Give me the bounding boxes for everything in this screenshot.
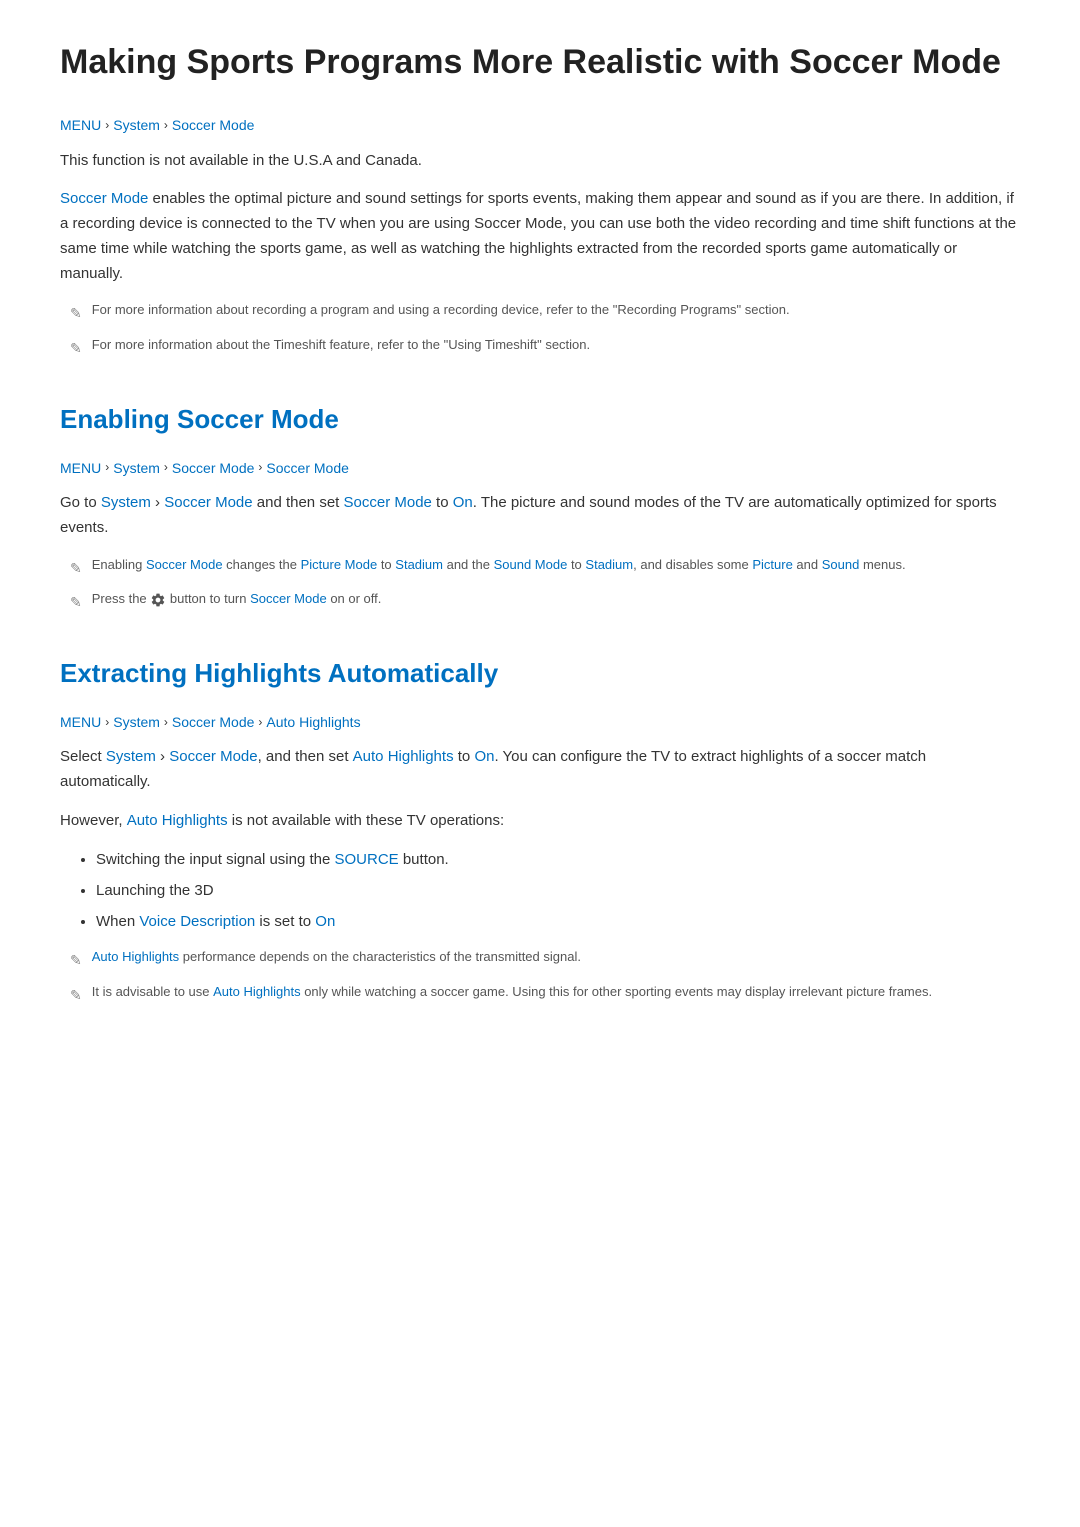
section2-note-2-text: It is advisable to use Auto Highlights o… xyxy=(92,982,932,1002)
s2-system-link: System xyxy=(106,748,156,765)
section2-note-1: ✎ Auto Highlights performance depends on… xyxy=(60,947,1020,971)
s1-bc-sep2: › xyxy=(164,458,168,477)
pencil-icon-s1-2: ✎ xyxy=(70,591,82,613)
s2-bc-system: System xyxy=(113,711,160,733)
section1-description: Go to System › Soccer Mode and then set … xyxy=(60,491,1020,541)
source-link: SOURCE xyxy=(334,851,398,868)
section1-note-2: ✎ Press the button to turn Soccer Mode o… xyxy=(60,589,1020,613)
section-title-enabling: Enabling Soccer Mode xyxy=(60,399,1020,441)
section2-description: Select System › Soccer Mode, and then se… xyxy=(60,745,1020,795)
s1-bc-menu: MENU xyxy=(60,457,101,479)
s2-auto-highlights-not-avail: Auto Highlights xyxy=(127,812,228,829)
section2-bullet-list: Switching the input signal using the SOU… xyxy=(60,848,1020,934)
s1-n1-picture-mode: Picture Mode xyxy=(301,557,378,572)
s1-bc-sep3: › xyxy=(258,458,262,477)
availability-note: This function is not available in the U.… xyxy=(60,149,1020,174)
s2-bc-soccer: Soccer Mode xyxy=(172,711,254,733)
breadcrumb-sep-2: › xyxy=(164,116,168,135)
s1-n1-sound: Sound xyxy=(822,557,860,572)
gear-icon xyxy=(150,592,166,608)
pencil-icon-1: ✎ xyxy=(70,302,82,324)
s2-bc-sep1: › xyxy=(105,713,109,732)
s1-system-link: System xyxy=(101,494,151,511)
intro-desc-text: enables the optimal picture and sound se… xyxy=(60,190,1016,281)
section1-note-2-text: Press the button to turn Soccer Mode on … xyxy=(92,589,382,609)
intro-note-2-text: For more information about the Timeshift… xyxy=(92,335,590,355)
intro-note-1-text: For more information about recording a p… xyxy=(92,300,790,320)
section1-note-1-text: Enabling Soccer Mode changes the Picture… xyxy=(92,555,906,575)
s1-bc-soccer: Soccer Mode xyxy=(172,457,254,479)
s1-n1-soccer-mode: Soccer Mode xyxy=(146,557,223,572)
s1-bc-sep1: › xyxy=(105,458,109,477)
section-title-highlights: Extracting Highlights Automatically xyxy=(60,653,1020,695)
s2-bc-menu: MENU xyxy=(60,711,101,733)
s2-auto-highlights-link: Auto Highlights xyxy=(353,748,454,765)
pencil-icon-s2-2: ✎ xyxy=(70,984,82,1006)
s2-bc-sep3: › xyxy=(258,713,262,732)
s1-n1-stadium2: Stadium xyxy=(585,557,633,572)
s2-soccer-mode-link: Soccer Mode xyxy=(169,748,257,765)
s1-n1-sound-mode: Sound Mode xyxy=(494,557,568,572)
intro-note-2: ✎ For more information about the Timeshi… xyxy=(60,335,1020,359)
breadcrumb-system: System xyxy=(113,114,160,136)
s1-bc-system: System xyxy=(113,457,160,479)
section1-note-1: ✎ Enabling Soccer Mode changes the Pictu… xyxy=(60,555,1020,579)
s1-soccer-mode-link: Soccer Mode xyxy=(164,494,252,511)
bullet-item-3: When Voice Description is set to On xyxy=(96,910,1020,933)
pencil-icon-2: ✎ xyxy=(70,337,82,359)
s1-n1-stadium1: Stadium xyxy=(395,557,443,572)
section-enabling-soccer-mode: Enabling Soccer Mode MENU › System › Soc… xyxy=(60,399,1020,613)
intro-breadcrumb: MENU › System › Soccer Mode xyxy=(60,114,1020,136)
on-link-voice: On xyxy=(315,913,335,930)
intro-description: Soccer Mode enables the optimal picture … xyxy=(60,187,1020,286)
s1-bc-soccer2: Soccer Mode xyxy=(266,457,348,479)
soccer-mode-link-intro: Soccer Mode xyxy=(60,190,148,207)
bullet-item-1: Switching the input signal using the SOU… xyxy=(96,848,1020,871)
section-extracting-highlights: Extracting Highlights Automatically MENU… xyxy=(60,653,1020,1006)
pencil-icon-s2-1: ✎ xyxy=(70,949,82,971)
breadcrumb-menu: MENU xyxy=(60,114,101,136)
pencil-icon-s1-1: ✎ xyxy=(70,557,82,579)
s1-on-link: On xyxy=(453,494,473,511)
breadcrumb-sep-1: › xyxy=(105,116,109,135)
s1-n2-soccer-mode: Soccer Mode xyxy=(250,591,327,606)
intro-note-1: ✎ For more information about recording a… xyxy=(60,300,1020,324)
s1-soccer-mode-set-link: Soccer Mode xyxy=(344,494,432,511)
s2-on-link: On xyxy=(474,748,494,765)
voice-desc-link: Voice Description xyxy=(139,913,255,930)
s2-bc-auto-highlights: Auto Highlights xyxy=(266,711,360,733)
s2-n1-auto-highlights: Auto Highlights xyxy=(92,949,179,964)
s2-bc-sep2: › xyxy=(164,713,168,732)
section2-breadcrumb: MENU › System › Soccer Mode › Auto Highl… xyxy=(60,711,1020,733)
s2-n2-auto-highlights: Auto Highlights xyxy=(213,984,300,999)
bullet-item-2: Launching the 3D xyxy=(96,879,1020,902)
section2-note-2: ✎ It is advisable to use Auto Highlights… xyxy=(60,982,1020,1006)
breadcrumb-soccer-mode: Soccer Mode xyxy=(172,114,254,136)
page-title: Making Sports Programs More Realistic wi… xyxy=(60,40,1020,84)
section2-note-1-text: Auto Highlights performance depends on t… xyxy=(92,947,581,967)
section2-avail-note: However, Auto Highlights is not availabl… xyxy=(60,809,1020,834)
s1-n1-picture: Picture xyxy=(752,557,792,572)
section1-breadcrumb: MENU › System › Soccer Mode › Soccer Mod… xyxy=(60,457,1020,479)
